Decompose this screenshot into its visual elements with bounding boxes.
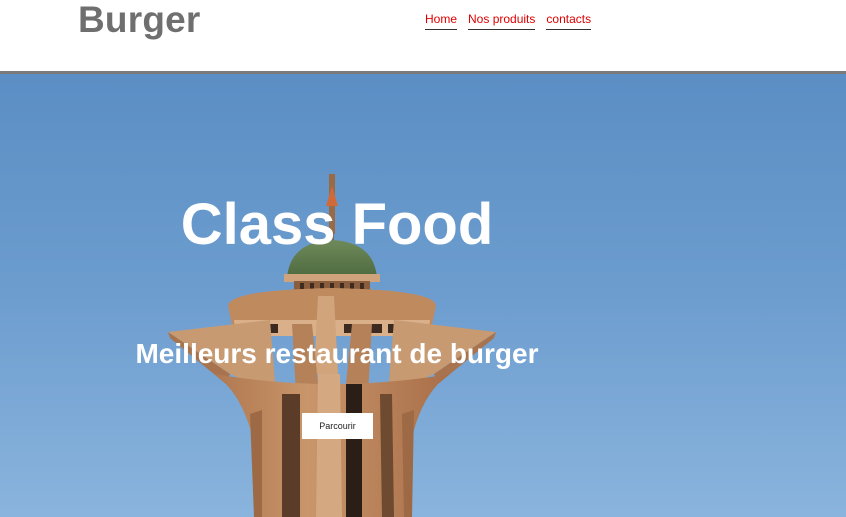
hero-subtitle: Meilleurs restaurant de burger — [135, 338, 539, 369]
hero-banner: Class Food Meilleurs restaurant de burge… — [0, 74, 846, 517]
hero-title: Class Food — [180, 192, 494, 257]
main-nav: Home Nos produits contacts — [425, 12, 592, 30]
site-brand[interactable]: Burger — [78, 0, 201, 42]
site-header: Burger Home Nos produits contacts — [0, 0, 846, 74]
hero-background-image — [0, 74, 846, 517]
browse-button[interactable]: Parcourir — [302, 413, 373, 439]
nav-link-home[interactable]: Home — [425, 12, 458, 30]
nav-link-nos-produits[interactable]: Nos produits — [468, 12, 536, 30]
nav-link-contacts[interactable]: contacts — [546, 12, 592, 30]
